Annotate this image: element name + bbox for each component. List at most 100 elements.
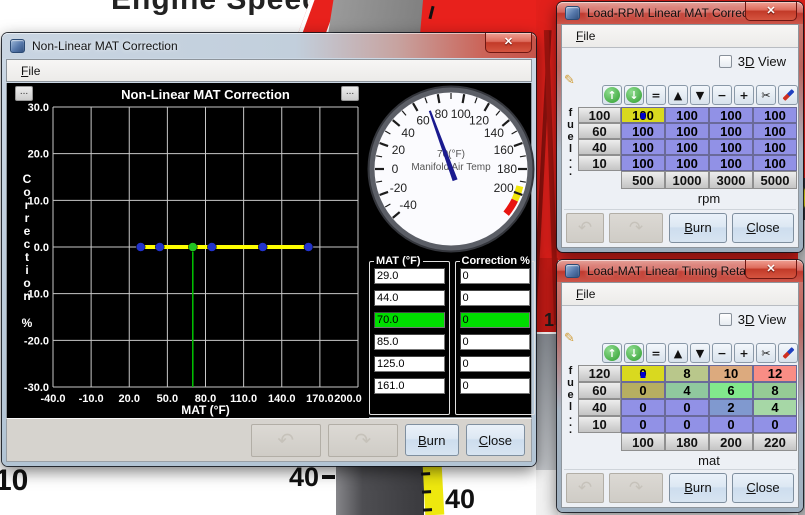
column-header[interactable]: 5000 <box>753 171 797 189</box>
close-button[interactable]: ✕ <box>745 2 797 21</box>
selected-data-point[interactable] <box>188 242 198 252</box>
data-point[interactable] <box>207 242 217 252</box>
table-cell[interactable]: 0 <box>665 416 709 433</box>
set-value-button[interactable]: = <box>646 85 666 105</box>
scissors-button[interactable]: ✂ <box>756 85 776 105</box>
axis-settings-button-left[interactable]: ... <box>15 86 33 101</box>
axis-settings-button-right[interactable]: ... <box>341 86 359 101</box>
decrement-button[interactable]: − <box>712 85 732 105</box>
column-header[interactable]: 500 <box>621 171 665 189</box>
set-value-button[interactable]: = <box>646 343 666 363</box>
row-header[interactable]: 100 <box>578 107 621 123</box>
3d-view-checkbox[interactable] <box>718 54 732 68</box>
column-header[interactable]: 200 <box>709 433 753 451</box>
table-cell[interactable]: 100 <box>709 107 753 123</box>
redo-button[interactable]: ↷ <box>609 212 663 243</box>
table-cell[interactable]: 4 <box>665 382 709 399</box>
row-header[interactable]: 60 <box>578 123 621 139</box>
undo-button[interactable]: ↶ <box>250 423 321 457</box>
table-cell[interactable]: 100 <box>753 123 797 139</box>
table-cell[interactable]: 100 <box>753 107 797 123</box>
scroll-down-button[interactable]: ↓ <box>624 343 644 363</box>
table-cell[interactable]: 4 <box>753 399 797 416</box>
increment-button[interactable]: + <box>734 85 754 105</box>
column-header[interactable]: 220 <box>753 433 797 451</box>
scroll-up-button[interactable]: ↑ <box>602 85 622 105</box>
mat-bin-input[interactable] <box>374 312 445 328</box>
increase-all-button[interactable]: ▲ <box>668 85 688 105</box>
scroll-down-button[interactable]: ↓ <box>624 85 644 105</box>
mat-bin-input[interactable] <box>374 268 445 284</box>
correction-bin-input[interactable] <box>459 290 530 306</box>
table-cell[interactable]: 0 <box>621 416 665 433</box>
table-cell[interactable]: 2 <box>709 399 753 416</box>
row-header[interactable]: 120 <box>578 365 621 382</box>
table-cell[interactable]: 100 <box>709 123 753 139</box>
table-cell[interactable]: 100 <box>621 123 665 139</box>
table-cell[interactable]: 100 <box>665 107 709 123</box>
table-cell[interactable]: 100 <box>665 123 709 139</box>
table-cell[interactable]: 10 <box>709 365 753 382</box>
burn-button[interactable]: Burn <box>669 472 727 503</box>
row-header[interactable]: 40 <box>578 139 621 155</box>
burn-button[interactable]: Burn <box>669 212 727 243</box>
table-cell[interactable]: 100 <box>665 155 709 171</box>
decrease-all-button[interactable]: ▼ <box>690 343 710 363</box>
titlebar[interactable]: Load-MAT Linear Timing Reta... ✕ <box>557 260 803 282</box>
scissors-button[interactable]: ✂ <box>756 343 776 363</box>
close-button[interactable]: ✕ <box>485 33 532 53</box>
redo-button[interactable]: ↷ <box>327 423 398 457</box>
scroll-up-button[interactable]: ↑ <box>602 343 622 363</box>
data-point[interactable] <box>155 242 165 252</box>
close-button[interactable]: Close <box>732 472 794 503</box>
undo-button[interactable]: ↶ <box>566 472 604 503</box>
file-menu[interactable]: File <box>570 286 601 302</box>
mat-correction-chart[interactable]: Non-Linear MAT Correction -40.0 -10.0 20.0 5… <box>7 83 369 418</box>
table-cell[interactable]: 6 <box>709 382 753 399</box>
close-button[interactable]: Close <box>732 212 794 243</box>
file-menu[interactable]: File <box>570 28 601 44</box>
data-point[interactable] <box>135 242 146 252</box>
increment-button[interactable]: + <box>734 343 754 363</box>
undo-button[interactable]: ↶ <box>566 212 604 243</box>
correction-bin-input[interactable] <box>459 378 530 394</box>
table-cell[interactable]: 100 <box>709 139 753 155</box>
row-header[interactable]: 60 <box>578 382 621 399</box>
correction-bin-input[interactable] <box>459 312 530 328</box>
decrease-all-button[interactable]: ▼ <box>690 85 710 105</box>
table-cell[interactable]: 12 <box>753 365 797 382</box>
redo-button[interactable]: ↷ <box>609 472 663 503</box>
increase-all-button[interactable]: ▲ <box>668 343 688 363</box>
table-cell[interactable]: 0 <box>621 382 665 399</box>
table-cell[interactable]: 100 <box>665 139 709 155</box>
3d-view-label[interactable]: 3D View <box>738 54 786 69</box>
row-header[interactable]: 10 <box>578 416 621 433</box>
edit-pen-button[interactable] <box>778 343 798 363</box>
correction-bin-input[interactable] <box>459 334 530 350</box>
table-cell[interactable]: 100 <box>621 107 665 123</box>
correction-bin-input[interactable] <box>459 356 530 372</box>
table-cell[interactable]: 100 <box>709 155 753 171</box>
close-button[interactable]: Close <box>465 424 525 456</box>
column-header[interactable]: 1000 <box>665 171 709 189</box>
mat-bin-input[interactable] <box>374 334 445 350</box>
correction-bin-input[interactable] <box>459 268 530 284</box>
column-header[interactable]: 100 <box>621 433 665 451</box>
3d-view-checkbox[interactable] <box>718 312 732 326</box>
table-cell[interactable]: 0 <box>621 365 665 382</box>
table-cell[interactable]: 8 <box>665 365 709 382</box>
titlebar[interactable]: Load-RPM Linear MAT Correc... ✕ <box>557 2 803 24</box>
edit-pen-button[interactable] <box>778 85 798 105</box>
table-cell[interactable]: 0 <box>621 399 665 416</box>
burn-button[interactable]: Burn <box>404 424 459 456</box>
data-point[interactable] <box>303 242 314 252</box>
3d-view-label[interactable]: 3D View <box>738 312 786 327</box>
table-cell[interactable]: 100 <box>621 155 665 171</box>
table-cell[interactable]: 0 <box>753 416 797 433</box>
column-header[interactable]: 180 <box>665 433 709 451</box>
data-point[interactable] <box>257 242 268 252</box>
mat-bin-input[interactable] <box>374 356 445 372</box>
row-header[interactable]: 40 <box>578 399 621 416</box>
titlebar[interactable]: Non-Linear MAT Correction ✕ <box>2 33 536 58</box>
close-button[interactable]: ✕ <box>745 260 797 279</box>
